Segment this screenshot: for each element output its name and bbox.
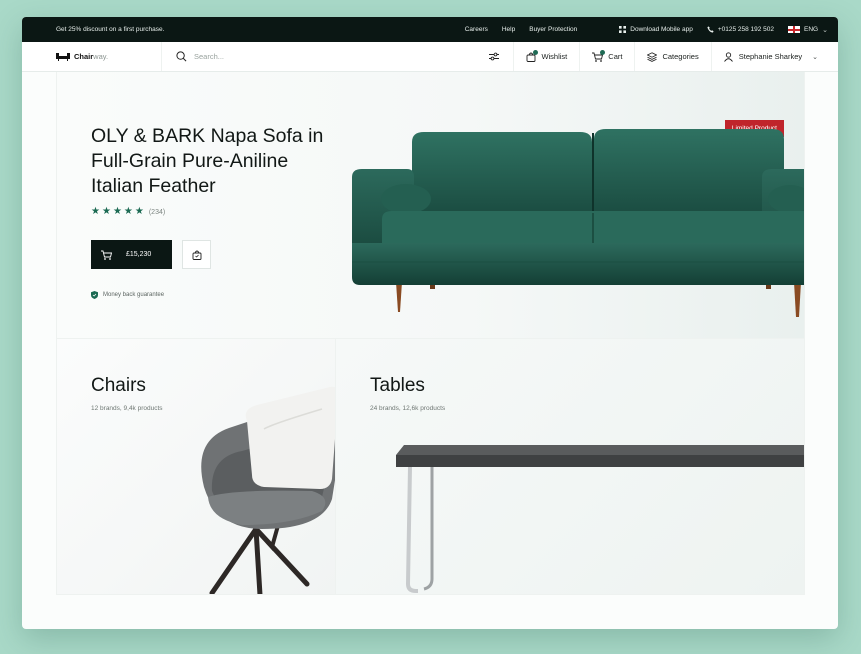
- cart-icon-wrap: [592, 49, 606, 62]
- bag-icon: [192, 250, 201, 260]
- rating-count: (234): [148, 208, 166, 216]
- filter-button[interactable]: [477, 42, 513, 71]
- star-icon: ★: [112, 206, 122, 217]
- search-icon: [176, 51, 187, 62]
- hero-banner: OLY & BARK Napa Sofa in Full-Grain Pure-…: [56, 72, 805, 339]
- language-selector[interactable]: ENG ⌄: [788, 26, 828, 34]
- search-input[interactable]: Search...: [194, 52, 224, 61]
- phone-link[interactable]: +0125 258 192 502: [707, 26, 774, 33]
- star-icon: ★: [91, 206, 100, 217]
- search-bar[interactable]: Search...: [162, 42, 477, 71]
- app-window: Get 25% discount on a first purchase. Ca…: [22, 17, 838, 629]
- chevron-down-icon: ⌄: [822, 26, 828, 34]
- phone-number: +0125 258 192 502: [717, 26, 775, 33]
- add-to-bag-button[interactable]: [182, 240, 211, 269]
- help-link[interactable]: Help: [502, 26, 515, 33]
- shield-check-icon: [91, 291, 98, 299]
- cart-button[interactable]: Cart: [579, 42, 634, 71]
- star-icon: ★: [134, 206, 144, 217]
- grid-icon: [619, 26, 627, 33]
- star-icon: ★: [123, 206, 133, 217]
- cart-label: Cart: [608, 52, 623, 61]
- category-meta: 12 brands, 9,4k products: [91, 405, 163, 412]
- phone-icon: [707, 26, 714, 33]
- buyer-protection-link[interactable]: Buyer Protection: [529, 26, 577, 33]
- chevron-down-icon: ⌄: [812, 53, 818, 61]
- product-title: OLY & BARK Napa Sofa in Full-Grain Pure-…: [91, 125, 324, 197]
- wishlist-icon-wrap: [526, 49, 539, 62]
- sliders-icon: [489, 52, 500, 61]
- layers-icon: [647, 51, 658, 62]
- download-app-label: Download Mobile app: [630, 26, 693, 33]
- main-content: OLY & BARK Napa Sofa in Full-Grain Pure-…: [56, 72, 805, 595]
- product-rating: ★ ★ ★ ★ ★ (234): [91, 207, 165, 217]
- wishlist-badge-dot: [533, 49, 539, 55]
- price-label: £15,230: [126, 251, 152, 258]
- user-icon: [723, 51, 733, 62]
- logo-bold-text: Chair: [74, 52, 94, 61]
- logo[interactable]: Chairway.: [22, 42, 162, 71]
- logo-light-text: way.: [93, 52, 109, 61]
- cart-icon: [101, 250, 112, 260]
- main-navbar: Chairway. Search... Wishlist Cart Catego…: [22, 42, 838, 72]
- cart-badge-dot: [600, 49, 606, 55]
- guarantee-label: Money back guarantee: [103, 292, 165, 298]
- wishlist-label: Wishlist: [541, 52, 568, 61]
- category-grid: Chairs 12 brands, 9,4k products Tables 2…: [56, 339, 805, 595]
- user-name: Stephanie Sharkey: [738, 52, 803, 61]
- careers-link[interactable]: Careers: [465, 26, 488, 33]
- category-card-tables[interactable]: Tables 24 brands, 12,6k products: [336, 339, 804, 594]
- user-menu[interactable]: Stephanie Sharkey ⌄: [710, 42, 838, 71]
- promo-text: Get 25% discount on a first purchase.: [56, 26, 165, 33]
- uk-flag-icon: [788, 26, 801, 33]
- buy-price-button[interactable]: £15,230: [91, 240, 172, 269]
- table-image: [396, 445, 804, 593]
- categories-label: Categories: [662, 52, 699, 61]
- category-meta: 24 brands, 12,6k products: [370, 405, 446, 412]
- money-back-guarantee: Money back guarantee: [91, 291, 164, 299]
- categories-button[interactable]: Categories: [634, 42, 710, 71]
- sofa-image: [352, 129, 804, 317]
- download-app-link[interactable]: Download Mobile app: [619, 26, 693, 33]
- star-icon: ★: [101, 206, 111, 217]
- language-label: ENG: [804, 26, 819, 33]
- top-bar: Get 25% discount on a first purchase. Ca…: [22, 17, 838, 42]
- category-title: Tables: [370, 375, 425, 396]
- chair-image: [201, 386, 335, 594]
- sofa-logo-icon: [56, 53, 70, 61]
- wishlist-button[interactable]: Wishlist: [513, 42, 579, 71]
- category-title: Chairs: [91, 375, 146, 396]
- category-card-chairs[interactable]: Chairs 12 brands, 9,4k products: [57, 339, 336, 594]
